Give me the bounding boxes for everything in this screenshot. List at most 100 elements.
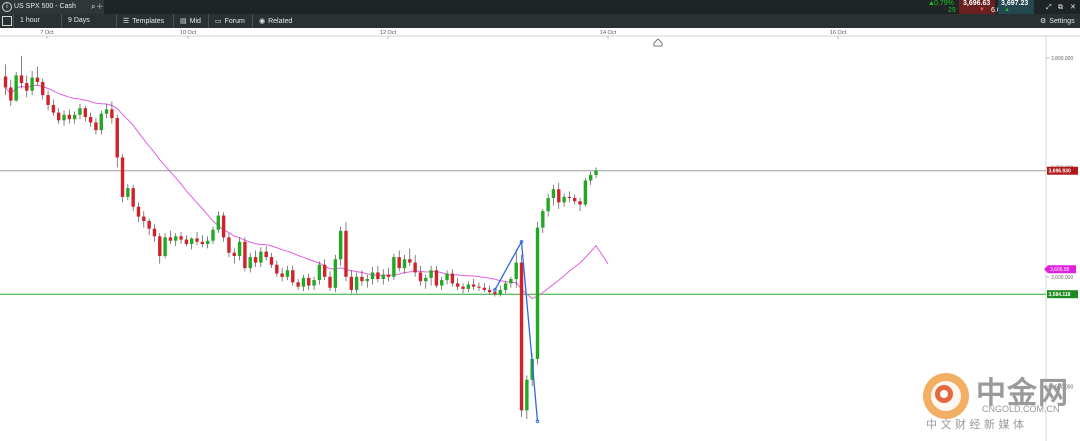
candle-body xyxy=(354,276,359,290)
candle xyxy=(264,246,268,261)
candle xyxy=(35,66,40,86)
candle-body xyxy=(408,259,412,263)
candle xyxy=(168,230,173,244)
expand-icon[interactable]: ⤢ xyxy=(1046,0,1052,14)
title-bar: i US SPX 500 - Cash ⌕ + ▲ 0.79% 29 3,696… xyxy=(0,0,1080,14)
candle-body xyxy=(237,241,242,257)
candle xyxy=(104,103,109,119)
candle-body xyxy=(583,180,588,205)
candle xyxy=(365,274,369,288)
candle xyxy=(562,193,566,207)
candle-body xyxy=(519,262,524,411)
candle-body xyxy=(323,264,327,277)
info-icon[interactable]: i xyxy=(2,2,12,12)
x-tick-label: 16 Oct xyxy=(830,30,847,36)
candle xyxy=(19,55,24,89)
candle xyxy=(583,178,588,207)
forum-button[interactable]: ▭ Forum xyxy=(208,14,245,28)
candle xyxy=(317,261,322,285)
candle-body xyxy=(509,279,513,284)
candle-body xyxy=(386,274,391,277)
instrument-tab[interactable]: i US SPX 500 - Cash ⌕ xyxy=(0,0,104,14)
candle-body xyxy=(51,104,56,113)
candle xyxy=(195,231,199,246)
candle xyxy=(589,171,593,185)
candle-body xyxy=(280,273,284,277)
candle-body xyxy=(535,227,540,359)
candle-body xyxy=(248,257,252,269)
candle-body xyxy=(503,283,508,290)
candle xyxy=(578,198,582,212)
candle xyxy=(440,276,444,290)
popout-icon[interactable]: ⧉ xyxy=(1058,0,1063,14)
candle-body xyxy=(131,188,135,207)
related-button[interactable]: ◉ Related xyxy=(252,14,292,28)
candle xyxy=(280,268,284,282)
candle xyxy=(41,78,45,100)
candle-body xyxy=(152,228,157,237)
forum-icon: ▭ xyxy=(215,17,222,25)
candle-body xyxy=(253,257,258,263)
candle-body xyxy=(57,112,61,121)
ask-price: 3,697.23 xyxy=(1001,0,1029,7)
candle-body xyxy=(296,282,300,287)
candle xyxy=(62,110,66,126)
candle-body xyxy=(99,113,103,131)
templates-button[interactable]: ☰ Templates xyxy=(116,14,164,28)
candle xyxy=(25,75,29,98)
search-icon[interactable]: ⌕ xyxy=(91,0,95,14)
related-icon: ◉ xyxy=(259,17,266,25)
candle xyxy=(477,282,481,292)
candle-body xyxy=(578,201,582,205)
ask-box[interactable]: 3,697.23 ▲ xyxy=(998,0,1034,14)
candle-body xyxy=(466,284,471,289)
candle-body xyxy=(46,95,50,105)
candle-body xyxy=(275,264,279,274)
range-selector[interactable]: 9 Days xyxy=(61,14,90,28)
candle xyxy=(450,269,455,287)
candle-body xyxy=(301,277,306,287)
close-icon[interactable]: ✕ xyxy=(1070,0,1076,14)
candle-body xyxy=(471,284,476,287)
candle xyxy=(211,226,215,244)
candle-body xyxy=(285,270,290,277)
mid-button[interactable]: ▤ Mid xyxy=(173,14,201,28)
candle-body xyxy=(456,283,460,287)
candle xyxy=(424,274,428,289)
candle-body xyxy=(190,238,194,244)
candle xyxy=(594,167,598,179)
candle xyxy=(557,182,561,209)
candle-body xyxy=(567,196,572,198)
y-tick-label: 3,800.000 xyxy=(1051,56,1073,62)
candle xyxy=(275,260,279,277)
candle xyxy=(429,265,433,286)
related-label: Related xyxy=(268,18,293,25)
candle xyxy=(349,270,353,294)
candle xyxy=(509,276,513,288)
candle xyxy=(338,226,343,266)
candle xyxy=(466,281,471,293)
candle xyxy=(487,285,492,295)
candle-body xyxy=(200,241,205,244)
bid-box[interactable]: 3,696.63 ▼ xyxy=(959,0,995,14)
candle xyxy=(232,248,236,264)
x-tick-label: 7 Oct xyxy=(40,30,54,36)
interval-selector[interactable]: 1 hour xyxy=(13,14,40,28)
candle-body xyxy=(328,276,332,288)
candle xyxy=(9,79,13,107)
candle xyxy=(221,212,226,242)
candle xyxy=(370,266,375,285)
candle-body xyxy=(269,257,274,265)
mid-icon: ▤ xyxy=(180,17,187,25)
settings-button[interactable]: ⚙ Settings xyxy=(1040,14,1075,28)
candle-body xyxy=(78,108,82,115)
add-tab-icon[interactable]: + xyxy=(96,0,104,14)
candle-body xyxy=(413,262,417,273)
candle-body xyxy=(120,157,125,197)
time-marker-icon[interactable] xyxy=(653,38,663,47)
candle-body xyxy=(365,279,369,282)
candle-body xyxy=(493,292,497,295)
layout-icon[interactable] xyxy=(2,16,12,26)
candle-body xyxy=(349,276,353,290)
candle xyxy=(243,237,247,272)
